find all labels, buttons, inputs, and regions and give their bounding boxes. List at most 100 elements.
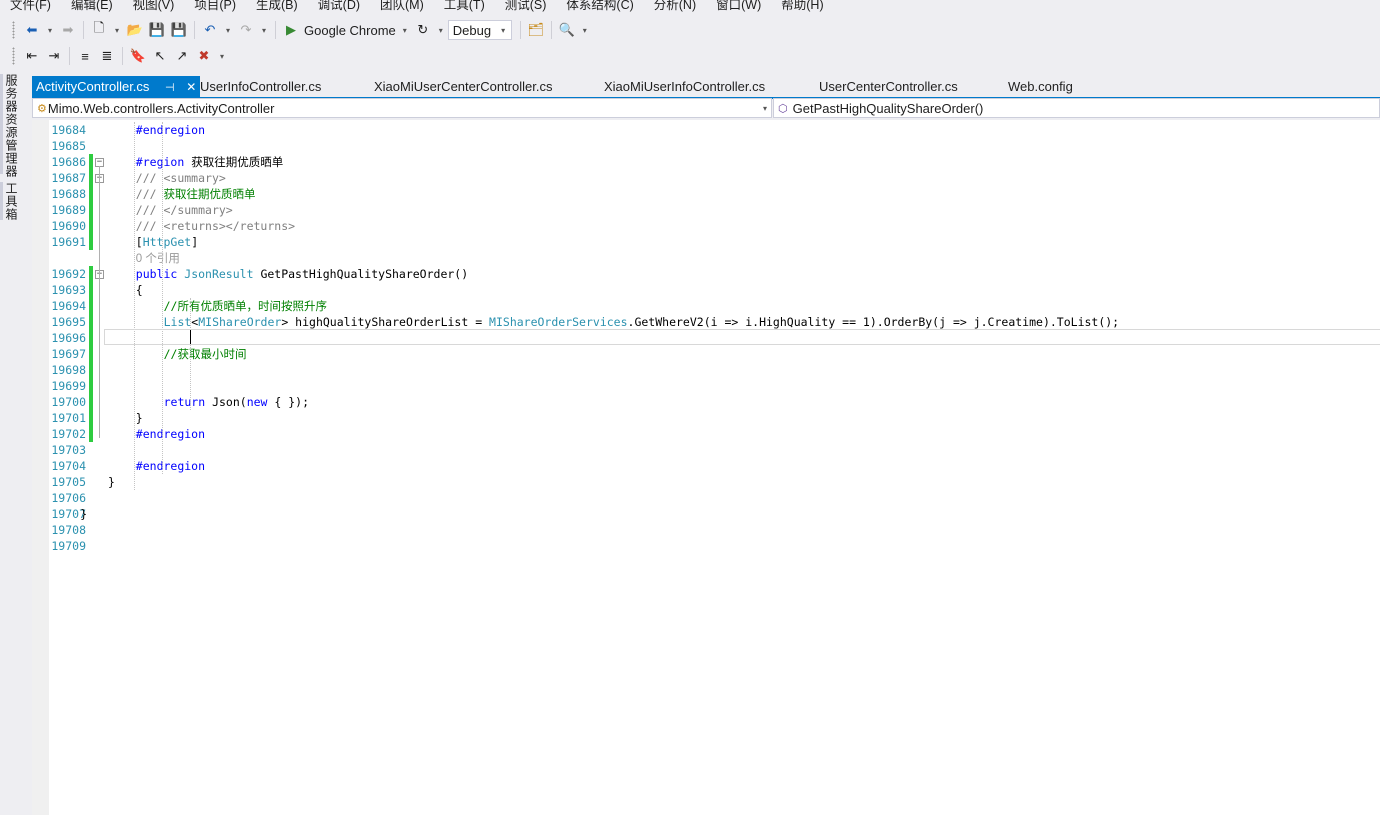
new-dropdown-icon[interactable]: ▾ — [110, 20, 124, 40]
tab-usercentercontroller[interactable]: UserCenterController.cs — [819, 76, 958, 97]
new-project-icon[interactable]: 🗋 — [88, 20, 110, 40]
close-icon[interactable]: ✕ — [186, 80, 196, 94]
tool-tab-marker — [0, 74, 3, 174]
code-line[interactable]: 19705} — [32, 474, 1380, 490]
code-line[interactable]: 19699 — [32, 378, 1380, 394]
code-line[interactable]: 19693 { — [32, 282, 1380, 298]
code-token: [ — [135, 235, 143, 249]
code-token: 0 个引用 — [135, 253, 180, 265]
code-line[interactable]: 19709 — [32, 538, 1380, 554]
code-line[interactable]: 19687−/// <summary> — [32, 170, 1380, 186]
comment-lines-icon[interactable]: ≡ — [74, 46, 96, 66]
toolbar-overflow-icon[interactable]: ▾ — [215, 46, 229, 66]
server-explorer-tab[interactable]: 服务器资源管理器 — [4, 74, 18, 178]
code-line[interactable]: 19704 #endregion — [32, 458, 1380, 474]
toolbar-separator — [194, 21, 195, 39]
undo-dropdown-icon[interactable]: ▾ — [221, 20, 235, 40]
code-line[interactable]: 19695 List<MIShareOrder> highQualityShare… — [32, 314, 1380, 330]
menu-item[interactable]: 团队(M) — [370, 0, 434, 14]
code-text: } — [136, 410, 143, 426]
bookmark-icon[interactable]: 🔖 — [127, 46, 149, 66]
solution-explorer-icon[interactable]: 🔍 — [556, 20, 578, 40]
menu-item[interactable]: 编辑(E) — [61, 0, 123, 14]
uncomment-lines-icon[interactable]: ≣ — [96, 46, 118, 66]
code-line[interactable]: 19690 /// <returns></returns> — [32, 218, 1380, 234]
back-icon[interactable]: ⬅ — [21, 20, 43, 40]
menu-item[interactable]: 生成(B) — [246, 0, 308, 14]
class-selector[interactable]: ⚙ Mimo.Web.controllers.ActivityControlle… — [32, 98, 772, 118]
toolbar-grip[interactable] — [12, 21, 15, 39]
code-line[interactable]: 19708 — [32, 522, 1380, 538]
code-line[interactable]: 19700 return Json(new { }); — [32, 394, 1380, 410]
browser-dropdown-icon[interactable]: ▾ — [398, 20, 412, 40]
code-line[interactable]: 19698 — [32, 362, 1380, 378]
save-all-icon[interactable]: 💾 — [168, 20, 190, 40]
menu-item[interactable]: 测试(S) — [495, 0, 557, 14]
toolbar-separator — [275, 21, 276, 39]
code-line[interactable]: 19694 //所有优质晒单，时间按照升序 — [32, 298, 1380, 314]
tab-xiaomiuserinfocontroller[interactable]: XiaoMiUserInfoController.cs — [604, 76, 765, 97]
code-line[interactable]: 0 个引用 — [32, 250, 1380, 266]
code-line[interactable]: 19685 — [32, 138, 1380, 154]
code-token: { }); — [267, 395, 310, 409]
toolbox-tab[interactable]: 工具箱 — [4, 182, 18, 221]
menu-item[interactable]: 帮助(H) — [771, 0, 833, 14]
refresh-dropdown-icon[interactable]: ▾ — [434, 20, 448, 40]
code-line[interactable]: 19692−public JsonResult GetPastHighQuali… — [32, 266, 1380, 282]
code-line[interactable]: 19689 /// </summary> — [32, 202, 1380, 218]
find-in-files-icon[interactable]: 🗂 — [525, 20, 547, 40]
back-dropdown-icon[interactable]: ▾ — [43, 20, 57, 40]
tab-xiaomiusercentercontroller[interactable]: XiaoMiUserCenterController.cs — [374, 76, 552, 97]
save-icon[interactable]: 💾 — [146, 20, 168, 40]
code-line[interactable]: 19702 #endregion — [32, 426, 1380, 442]
menu-item[interactable]: 视图(V) — [123, 0, 185, 14]
code-line[interactable]: 19686− #region 获取往期优质晒单 — [32, 154, 1380, 170]
code-editor[interactable]: 19684 #endregion 19685 19686− #region 获取往期优质… — [32, 120, 1380, 815]
line-number: 19700 — [51, 395, 86, 409]
decrease-indent-icon[interactable]: ⇤ — [21, 46, 43, 66]
code-line[interactable]: 19684 #endregion — [32, 122, 1380, 138]
toolbar-overflow-icon[interactable]: ▾ — [578, 20, 592, 40]
tab-userinfocontroller[interactable]: UserInfoController.cs — [200, 76, 321, 97]
menu-item[interactable]: 窗口(W) — [706, 0, 771, 14]
code-line[interactable]: 19701} — [32, 410, 1380, 426]
open-icon[interactable]: 📂 — [124, 20, 146, 40]
refresh-icon[interactable]: ↻ — [412, 20, 434, 40]
toolbar-separator — [550, 21, 552, 39]
redo-icon[interactable]: ↷ — [235, 20, 257, 40]
code-line[interactable]: 19688 /// 获取往期优质晒单 — [32, 186, 1380, 202]
code-line[interactable]: 19691 [HttpGet] — [32, 234, 1380, 250]
menu-bar: 文件(F) 编辑(E) 视图(V) 项目(P) 生成(B) 调试(D) 团队(M) 工具(T)… — [0, 0, 1380, 14]
tab-activitycontroller[interactable]: ActivityController.cs ⊣ ✕ — [32, 76, 201, 97]
redo-dropdown-icon[interactable]: ▾ — [257, 20, 271, 40]
tab-webconfig[interactable]: Web.config — [1008, 76, 1073, 97]
change-indicator — [89, 362, 93, 378]
member-selector[interactable]: ⬡ GetPastHighQualityShareOrder() — [773, 98, 1380, 118]
increase-indent-icon[interactable]: ⇥ — [43, 46, 65, 66]
menu-item[interactable]: 分析(N) — [644, 0, 706, 14]
code-line[interactable]: 19697 //获取最小时间 — [32, 346, 1380, 362]
code-line[interactable]: 19706 — [32, 490, 1380, 506]
pin-icon[interactable]: ⊣ — [165, 82, 175, 94]
undo-icon[interactable]: ↶ — [199, 20, 221, 40]
class-icon: ⚙ — [37, 102, 47, 115]
code-text: /// 获取往期优质晒单 — [136, 186, 256, 202]
prev-bookmark-icon[interactable]: ↖ — [149, 46, 171, 66]
start-debug-icon[interactable]: ▶ — [280, 20, 302, 40]
line-number: 19693 — [51, 283, 86, 297]
code-text: public JsonResult GetPastHighQualityShar… — [136, 266, 468, 282]
toolbar-grip[interactable] — [12, 47, 15, 65]
code-line[interactable]: 19703 — [32, 442, 1380, 458]
menu-item[interactable]: 体系结构(C) — [556, 0, 643, 14]
menu-item[interactable]: 调试(D) — [308, 0, 370, 14]
browser-label[interactable]: Google Chrome — [302, 23, 398, 38]
code-line[interactable]: 19707} — [32, 506, 1380, 522]
forward-icon[interactable]: ➡ — [57, 20, 79, 40]
menu-item[interactable]: 项目(P) — [184, 0, 246, 14]
clear-bookmarks-icon[interactable]: ✖ — [193, 46, 215, 66]
menu-item[interactable]: 工具(T) — [434, 0, 495, 14]
next-bookmark-icon[interactable]: ↗ — [171, 46, 193, 66]
menu-item[interactable]: 文件(F) — [0, 0, 61, 14]
class-selector-value: Mimo.Web.controllers.ActivityController — [47, 100, 275, 116]
config-select[interactable]: Debug ▾ — [447, 20, 512, 40]
